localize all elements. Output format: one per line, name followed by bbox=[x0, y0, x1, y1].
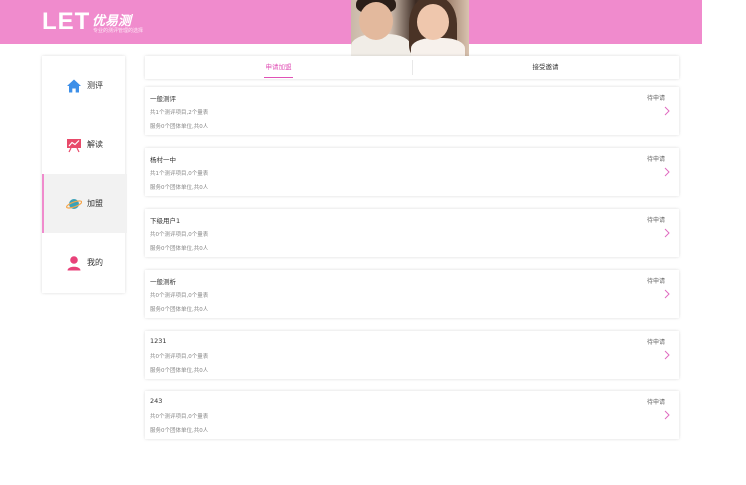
sidebar-item-interpret[interactable]: 解读 bbox=[42, 115, 125, 174]
item-project-count: 共1个测评项目,0个量表 bbox=[150, 171, 209, 177]
chart-board-icon bbox=[67, 138, 81, 152]
item-name: 杨村一中 bbox=[150, 156, 176, 164]
list-item[interactable]: 下级用户1 待申请 共0个测评项目,0个量表 服务0个团体单位,共0人 bbox=[145, 209, 679, 257]
item-service-count: 服务0个团体单位,共0人 bbox=[150, 368, 209, 374]
status-badge: 待申请 bbox=[646, 217, 665, 224]
logo-slogan: 专业的测评管理的选择 bbox=[93, 28, 144, 34]
item-name: 下级用户1 bbox=[150, 217, 181, 225]
item-project-count: 共0个测评项目,0个量表 bbox=[150, 232, 209, 238]
chevron-right-icon bbox=[664, 350, 670, 360]
list-item[interactable]: 一般测析 待申请 共0个测评项目,0个量表 服务0个团体单位,共0人 bbox=[145, 270, 679, 318]
sidebar-item-label: 加盟 bbox=[87, 199, 103, 208]
item-name: 一般测析 bbox=[150, 278, 176, 286]
logo-mark: LET bbox=[42, 8, 91, 35]
list-item[interactable]: 杨村一中 待申请 共1个测评项目,0个量表 服务0个团体单位,共0人 bbox=[145, 148, 679, 196]
status-badge: 待申请 bbox=[646, 339, 665, 346]
list-item[interactable]: 243 待申请 共0个测评项目,0个量表 服务0个团体单位,共0人 bbox=[145, 391, 679, 439]
sidebar-item-join[interactable]: 加盟 bbox=[42, 174, 127, 233]
status-badge: 待申请 bbox=[646, 278, 665, 285]
list-item[interactable]: 1231 待申请 共0个测评项目,0个量表 服务0个团体单位,共0人 bbox=[145, 331, 679, 379]
tab-apply-join[interactable]: 申请加盟 bbox=[145, 56, 412, 79]
sidebar-item-evaluate[interactable]: 测评 bbox=[42, 56, 125, 115]
chevron-right-icon bbox=[664, 167, 670, 177]
sidebar-nav: 测评 解读 加盟 我的 bbox=[42, 56, 127, 293]
tab-divider bbox=[412, 60, 413, 75]
item-project-count: 共0个测评项目,0个量表 bbox=[150, 354, 209, 360]
list-item[interactable]: 一般测评 待申请 共1个测评项目,2个量表 服务0个团体单位,共0人 bbox=[145, 87, 679, 135]
status-badge: 待申请 bbox=[646, 399, 665, 406]
status-badge: 待申请 bbox=[646, 156, 665, 163]
item-service-count: 服务0个团体单位,共0人 bbox=[150, 428, 209, 434]
item-service-count: 服务0个团体单位,共0人 bbox=[150, 246, 209, 252]
sidebar-item-label: 测评 bbox=[87, 81, 103, 90]
sidebar-item-label: 我的 bbox=[87, 258, 103, 267]
item-service-count: 服务0个团体单位,共0人 bbox=[150, 124, 209, 130]
item-project-count: 共0个测评项目,0个量表 bbox=[150, 414, 209, 420]
item-project-count: 共0个测评项目,0个量表 bbox=[150, 293, 209, 299]
item-service-count: 服务0个团体单位,共0人 bbox=[150, 185, 209, 191]
tab-accept-invite[interactable]: 接受邀请 bbox=[412, 56, 679, 79]
chevron-right-icon bbox=[664, 289, 670, 299]
user-icon bbox=[67, 255, 81, 270]
item-name: 243 bbox=[150, 397, 163, 405]
status-badge: 待申请 bbox=[646, 95, 665, 102]
item-name: 一般测评 bbox=[150, 95, 176, 103]
chevron-right-icon bbox=[664, 106, 670, 116]
sidebar-item-mine[interactable]: 我的 bbox=[42, 233, 125, 292]
home-icon bbox=[67, 79, 81, 92]
item-name: 1231 bbox=[150, 337, 167, 345]
sidebar-item-label: 解读 bbox=[87, 140, 103, 149]
planet-icon bbox=[66, 198, 82, 209]
chevron-right-icon bbox=[664, 228, 670, 238]
item-service-count: 服务0个团体单位,共0人 bbox=[150, 307, 209, 313]
banner-photo bbox=[351, 0, 469, 56]
tab-bar: 申请加盟 接受邀请 bbox=[145, 56, 679, 79]
chevron-right-icon bbox=[664, 410, 670, 420]
item-project-count: 共1个测评项目,2个量表 bbox=[150, 110, 209, 116]
active-tab-indicator bbox=[264, 77, 293, 78]
